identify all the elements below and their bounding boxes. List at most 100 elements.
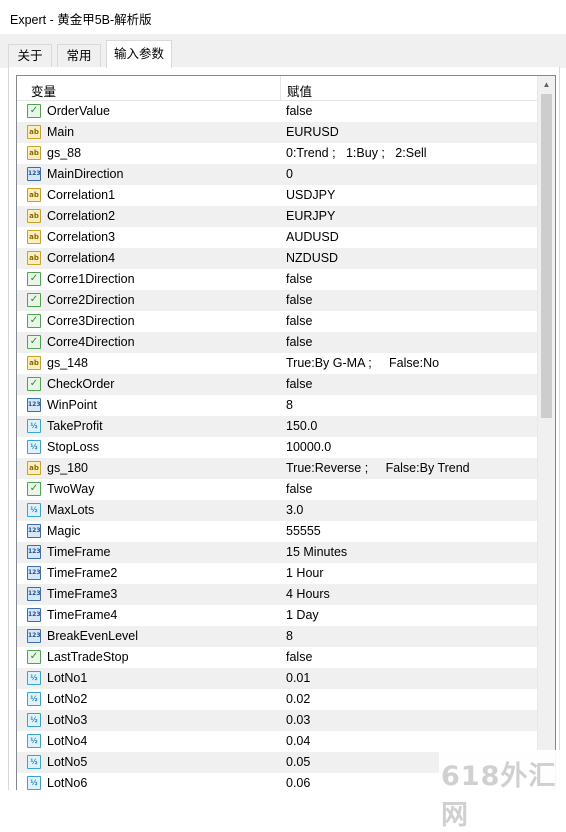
type-glyph: ½ xyxy=(30,737,38,745)
type-glyph: ✓ xyxy=(29,336,39,347)
parameter-value[interactable]: false xyxy=(286,272,312,286)
parameter-row[interactable]: ✓ TwoWay false xyxy=(17,479,539,500)
parameter-row[interactable]: ab Correlation2 EURJPY xyxy=(17,206,539,227)
parameter-name: LotNo3 xyxy=(47,713,88,727)
type-glyph: 123 xyxy=(28,611,41,618)
parameter-value[interactable]: True:Reverse ; False:By Trend xyxy=(286,461,470,475)
tab-inputs[interactable]: 输入参数 xyxy=(106,40,172,68)
parameter-value[interactable]: USDJPY xyxy=(286,188,335,202)
parameter-value[interactable]: 15 Minutes xyxy=(286,545,347,559)
parameter-row[interactable]: 123 TimeFrame 15 Minutes xyxy=(17,542,539,563)
parameter-value[interactable]: EURJPY xyxy=(286,209,335,223)
parameter-row[interactable]: ½ StopLoss 10000.0 xyxy=(17,437,539,458)
parameter-value[interactable]: 0.05 xyxy=(286,755,310,769)
parameter-row[interactable]: 123 TimeFrame2 1 Hour xyxy=(17,563,539,584)
parameter-row[interactable]: ✓ Corre1Direction false xyxy=(17,269,539,290)
type-glyph: ab xyxy=(29,191,39,199)
parameter-value[interactable]: false xyxy=(286,104,312,118)
window-title: Expert - 黄金甲5B-解析版 xyxy=(10,13,152,27)
parameter-row[interactable]: ½ LotNo4 0.04 xyxy=(17,731,539,752)
parameter-row[interactable]: ab Correlation3 AUDUSD xyxy=(17,227,539,248)
integer-type-icon: 123 xyxy=(27,587,41,601)
parameter-row[interactable]: ✓ LastTradeStop false xyxy=(17,647,539,668)
type-glyph: 123 xyxy=(28,590,41,597)
vertical-scrollbar[interactable]: ▲ xyxy=(537,76,555,790)
parameter-row[interactable]: ab gs_148 True:By G-MA ; False:No xyxy=(17,353,539,374)
integer-type-icon: 123 xyxy=(27,167,41,181)
parameter-row[interactable]: ½ LotNo2 0.02 xyxy=(17,689,539,710)
parameter-name: Corre2Direction xyxy=(47,293,135,307)
string-type-icon: ab xyxy=(27,146,41,160)
bool-type-icon: ✓ xyxy=(27,335,41,349)
parameter-name: TimeFrame2 xyxy=(47,566,118,580)
parameter-row[interactable]: 123 TimeFrame3 4 Hours xyxy=(17,584,539,605)
parameter-row[interactable]: ✓ OrderValue false xyxy=(17,101,539,122)
parameter-row[interactable]: ab Correlation1 USDJPY xyxy=(17,185,539,206)
parameter-value[interactable]: false xyxy=(286,377,312,391)
double-type-icon: ½ xyxy=(27,692,41,706)
parameter-name: TimeFrame xyxy=(47,545,111,559)
parameter-value[interactable]: 0:Trend ; 1:Buy ; 2:Sell xyxy=(286,146,427,160)
bool-type-icon: ✓ xyxy=(27,377,41,391)
parameter-row[interactable]: ½ MaxLots 3.0 xyxy=(17,500,539,521)
parameter-row[interactable]: ✓ Corre2Direction false xyxy=(17,290,539,311)
parameter-name: BreakEvenLevel xyxy=(47,629,139,643)
parameter-value[interactable]: 1 Day xyxy=(286,608,319,622)
parameter-value[interactable]: false xyxy=(286,314,312,328)
parameter-row[interactable]: 123 MainDirection 0 xyxy=(17,164,539,185)
parameter-row[interactable]: 123 WinPoint 8 xyxy=(17,395,539,416)
parameter-value[interactable]: false xyxy=(286,482,312,496)
scrollbar-thumb[interactable] xyxy=(541,94,552,418)
parameter-row[interactable]: ½ TakeProfit 150.0 xyxy=(17,416,539,437)
type-glyph: ½ xyxy=(30,695,38,703)
parameter-value[interactable]: 55555 xyxy=(286,524,321,538)
column-header-value[interactable]: 赋值 xyxy=(287,81,312,100)
type-glyph: ½ xyxy=(30,716,38,724)
type-glyph: ½ xyxy=(30,779,38,787)
tab-about[interactable]: 关于 xyxy=(8,44,52,67)
parameter-row[interactable]: ✓ CheckOrder false xyxy=(17,374,539,395)
parameter-value[interactable]: 0.06 xyxy=(286,776,310,790)
parameter-value[interactable]: 1 Hour xyxy=(286,566,324,580)
bool-type-icon: ✓ xyxy=(27,314,41,328)
parameter-row[interactable]: ✓ Corre3Direction false xyxy=(17,311,539,332)
parameter-value[interactable]: 4 Hours xyxy=(286,587,330,601)
column-separator[interactable] xyxy=(280,76,281,100)
type-glyph: 123 xyxy=(28,548,41,555)
type-glyph: 123 xyxy=(28,569,41,576)
parameter-row[interactable]: ab Correlation4 NZDUSD xyxy=(17,248,539,269)
parameter-value[interactable]: EURUSD xyxy=(286,125,339,139)
parameter-row[interactable]: ab gs_88 0:Trend ; 1:Buy ; 2:Sell xyxy=(17,143,539,164)
parameter-row[interactable]: ✓ Corre4Direction false xyxy=(17,332,539,353)
tab-common[interactable]: 常用 xyxy=(57,44,101,67)
parameter-value[interactable]: 0 xyxy=(286,167,293,181)
parameter-value[interactable]: false xyxy=(286,650,312,664)
parameter-value[interactable]: false xyxy=(286,335,312,349)
parameter-value[interactable]: 0.01 xyxy=(286,671,310,685)
parameter-value[interactable]: 0.03 xyxy=(286,713,310,727)
parameter-value[interactable]: 0.02 xyxy=(286,692,310,706)
parameter-value[interactable]: 8 xyxy=(286,398,293,412)
parameter-row[interactable]: 123 Magic 55555 xyxy=(17,521,539,542)
parameter-row[interactable]: ab gs_180 True:Reverse ; False:By Trend xyxy=(17,458,539,479)
parameter-row[interactable]: 123 TimeFrame4 1 Day xyxy=(17,605,539,626)
type-glyph: ½ xyxy=(30,506,38,514)
scroll-up-arrow-icon[interactable]: ▲ xyxy=(538,76,555,93)
parameter-row[interactable]: ½ LotNo3 0.03 xyxy=(17,710,539,731)
parameter-value[interactable]: 150.0 xyxy=(286,419,317,433)
parameter-row[interactable]: ½ LotNo1 0.01 xyxy=(17,668,539,689)
parameter-name: Corre4Direction xyxy=(47,335,135,349)
string-type-icon: ab xyxy=(27,188,41,202)
parameter-value[interactable]: 10000.0 xyxy=(286,440,331,454)
parameter-value[interactable]: AUDUSD xyxy=(286,230,339,244)
parameter-value[interactable]: 8 xyxy=(286,629,293,643)
parameter-row[interactable]: ab Main EURUSD xyxy=(17,122,539,143)
parameter-value[interactable]: false xyxy=(286,293,312,307)
parameter-value[interactable]: 0.04 xyxy=(286,734,310,748)
parameter-row[interactable]: 123 BreakEvenLevel 8 xyxy=(17,626,539,647)
parameter-value[interactable]: True:By G-MA ; False:No xyxy=(286,356,439,370)
parameter-value[interactable]: 3.0 xyxy=(286,503,303,517)
column-header-variable[interactable]: 变量 xyxy=(31,81,56,100)
parameter-value[interactable]: NZDUSD xyxy=(286,251,338,265)
parameter-name: MaxLots xyxy=(47,503,95,517)
